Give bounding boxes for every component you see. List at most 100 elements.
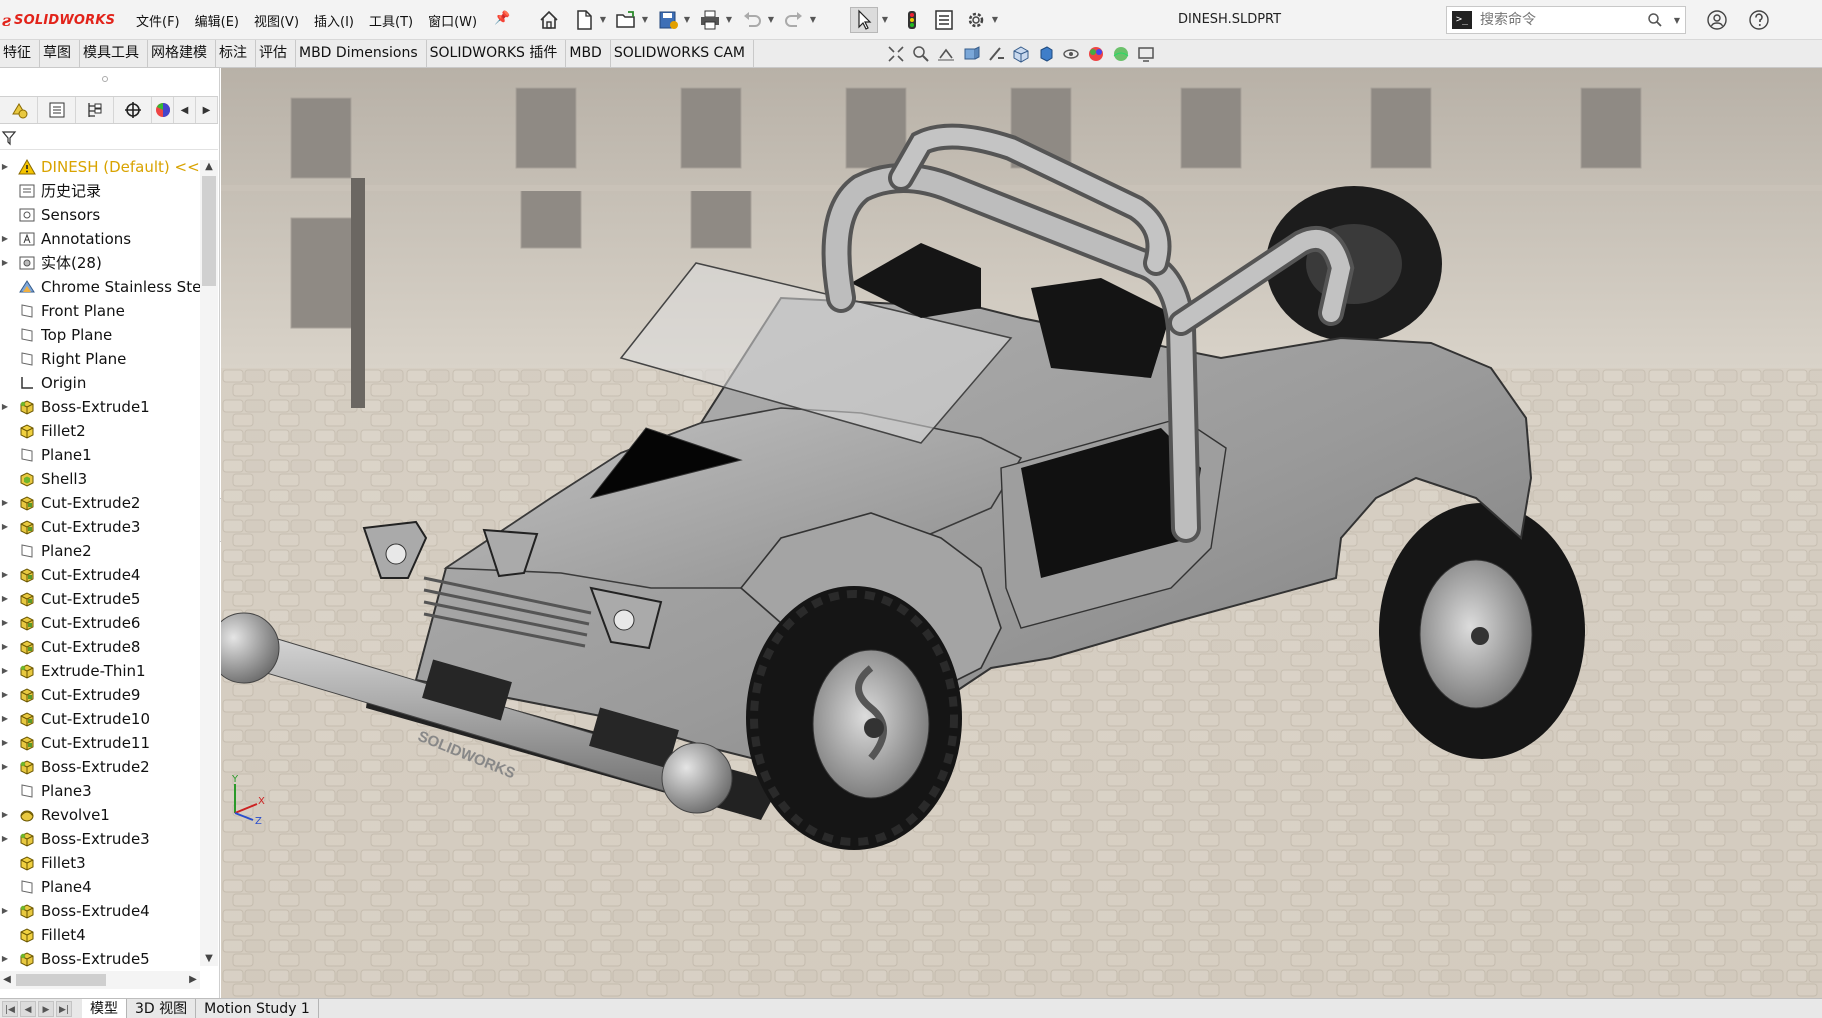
prev-tab-icon[interactable]: ◀ — [20, 1001, 36, 1017]
expand-arrow-icon[interactable]: ▶ — [0, 827, 10, 851]
expand-arrow-icon[interactable]: ▶ — [0, 947, 10, 967]
menu-0[interactable]: 文件(F) — [136, 11, 180, 30]
expand-arrow-icon[interactable]: ▶ — [0, 395, 10, 419]
expand-arrow-icon[interactable]: ▶ — [0, 515, 10, 539]
redo-icon[interactable] — [780, 7, 808, 33]
search-commands-input[interactable] — [1480, 8, 1650, 32]
property-manager-tab[interactable] — [38, 97, 76, 123]
open-document-icon[interactable] — [612, 7, 640, 33]
expand-arrow-icon[interactable]: ▶ — [0, 251, 10, 275]
graphics-area[interactable]: SOLIDWORKS Y X Z — [221, 68, 1822, 998]
undo-dropdown-icon[interactable]: ▼ — [766, 16, 776, 24]
expand-arrow-icon[interactable]: ▶ — [0, 803, 10, 827]
tree-item[interactable]: Shell3 — [0, 467, 200, 491]
command-tab-3[interactable]: 网格建模 — [148, 40, 216, 68]
tree-item[interactable]: ▶ Cut-Extrude9 — [0, 683, 200, 707]
rebuild-icon[interactable] — [898, 7, 926, 33]
command-tab-9[interactable]: SOLIDWORKS CAM — [611, 40, 754, 68]
menu-5[interactable]: 窗口(W) — [428, 11, 477, 30]
tree-item[interactable]: Origin — [0, 371, 200, 395]
save-dropdown-icon[interactable]: ▼ — [682, 16, 692, 24]
options-gear-icon[interactable] — [962, 7, 990, 33]
new-dropdown-icon[interactable]: ▼ — [598, 16, 608, 24]
zoom-to-fit-icon[interactable] — [886, 44, 906, 64]
undo-icon[interactable] — [738, 7, 766, 33]
tree-item[interactable]: ▶ Boss-Extrude1 — [0, 395, 200, 419]
first-tab-icon[interactable]: |◀ — [2, 1001, 18, 1017]
bottom-tab-2[interactable]: Motion Study 1 — [196, 999, 319, 1018]
bottom-tab-1[interactable]: 3D 视图 — [127, 999, 197, 1018]
tree-item[interactable]: ▶ Extrude-Thin1 — [0, 659, 200, 683]
tree-item[interactable]: Fillet4 — [0, 923, 200, 947]
command-tab-7[interactable]: SOLIDWORKS 插件 — [427, 40, 567, 68]
tree-horizontal-scrollbar[interactable]: ◀ ▶ — [0, 971, 200, 989]
configuration-manager-tab[interactable] — [76, 97, 114, 123]
expand-arrow-icon[interactable]: ▶ — [0, 227, 10, 251]
search-commands-box[interactable]: >_ ▼ — [1446, 6, 1686, 34]
menu-1[interactable]: 编辑(E) — [195, 11, 239, 30]
tree-item[interactable]: ▶ Boss-Extrude3 — [0, 827, 200, 851]
model-view-canvas[interactable]: SOLIDWORKS Y X Z — [221, 68, 1822, 998]
command-tab-4[interactable]: 标注 — [216, 40, 256, 68]
tabs-scroll-right-icon[interactable]: ▶ — [196, 97, 218, 123]
command-tab-8[interactable]: MBD — [566, 40, 611, 68]
tree-item[interactable]: 历史记录 — [0, 179, 200, 203]
command-tab-5[interactable]: 评估 — [256, 40, 296, 68]
feature-manager-tab[interactable] — [0, 97, 38, 123]
tree-item[interactable]: Plane1 — [0, 443, 200, 467]
previous-view-icon[interactable] — [936, 44, 956, 64]
tree-item[interactable]: Fillet2 — [0, 419, 200, 443]
bottom-tab-0[interactable]: 模型 — [82, 999, 127, 1018]
scroll-thumb[interactable] — [202, 176, 216, 286]
tree-item[interactable]: Chrome Stainless Stee — [0, 275, 200, 299]
print-dropdown-icon[interactable]: ▼ — [724, 16, 734, 24]
panel-grip-handle[interactable] — [102, 76, 108, 82]
tree-item[interactable]: Plane4 — [0, 875, 200, 899]
expand-arrow-icon[interactable]: ▶ — [0, 707, 10, 731]
expand-arrow-icon[interactable]: ▶ — [0, 635, 10, 659]
hscroll-thumb[interactable] — [16, 974, 106, 986]
tree-item[interactable]: Fillet3 — [0, 851, 200, 875]
expand-arrow-icon[interactable]: ▶ — [0, 491, 10, 515]
scroll-right-icon[interactable]: ▶ — [186, 971, 200, 989]
expand-arrow-icon[interactable]: ▶ — [0, 659, 10, 683]
section-view-icon[interactable] — [961, 44, 981, 64]
tree-item[interactable]: ▶ Cut-Extrude2 — [0, 491, 200, 515]
tree-item[interactable]: ▶ Annotations — [0, 227, 200, 251]
tree-item[interactable]: ▶ Cut-Extrude5 — [0, 587, 200, 611]
tree-item[interactable]: ▶ Cut-Extrude11 — [0, 731, 200, 755]
hide-show-items-icon[interactable] — [1061, 44, 1081, 64]
command-tab-1[interactable]: 草图 — [40, 40, 80, 68]
display-manager-tab[interactable] — [152, 97, 174, 123]
solidworks-logo[interactable]: ƨ SOLIDWORKS — [2, 10, 115, 30]
scroll-left-icon[interactable]: ◀ — [0, 971, 14, 989]
tree-item[interactable]: ▶ Cut-Extrude10 — [0, 707, 200, 731]
scroll-down-icon[interactable]: ▼ — [200, 952, 218, 966]
tree-item[interactable]: ▶ 实体(28) — [0, 251, 200, 275]
dimxpert-manager-tab[interactable] — [114, 97, 152, 123]
tree-item[interactable]: Front Plane — [0, 299, 200, 323]
file-properties-icon[interactable] — [930, 7, 958, 33]
expand-arrow-icon[interactable]: ▶ — [0, 563, 10, 587]
tree-item[interactable]: ▶ Revolve1 — [0, 803, 200, 827]
tree-item[interactable]: Sensors — [0, 203, 200, 227]
tree-filter-row[interactable] — [0, 126, 218, 150]
filter-icon[interactable] — [1, 130, 17, 146]
tabs-scroll-left-icon[interactable]: ◀ — [174, 97, 196, 123]
pin-icon[interactable]: 📌 — [494, 11, 510, 27]
menu-2[interactable]: 视图(V) — [254, 11, 299, 30]
new-document-icon[interactable] — [570, 7, 598, 33]
tree-item[interactable]: ▶ Cut-Extrude4 — [0, 563, 200, 587]
zoom-to-area-icon[interactable] — [911, 44, 931, 64]
tree-item[interactable]: Top Plane — [0, 323, 200, 347]
expand-arrow-icon[interactable]: ▶ — [0, 611, 10, 635]
expand-arrow-icon[interactable]: ▶ — [0, 731, 10, 755]
expand-arrow-icon[interactable]: ▶ — [0, 755, 10, 779]
select-cursor-icon[interactable] — [850, 7, 878, 33]
view-orientation-icon[interactable] — [1011, 44, 1031, 64]
edit-appearance-icon[interactable] — [1086, 44, 1106, 64]
command-tab-6[interactable]: MBD Dimensions — [296, 40, 427, 68]
select-dropdown-icon[interactable]: ▼ — [880, 16, 890, 24]
redo-dropdown-icon[interactable]: ▼ — [808, 16, 818, 24]
user-account-icon[interactable] — [1706, 9, 1728, 31]
